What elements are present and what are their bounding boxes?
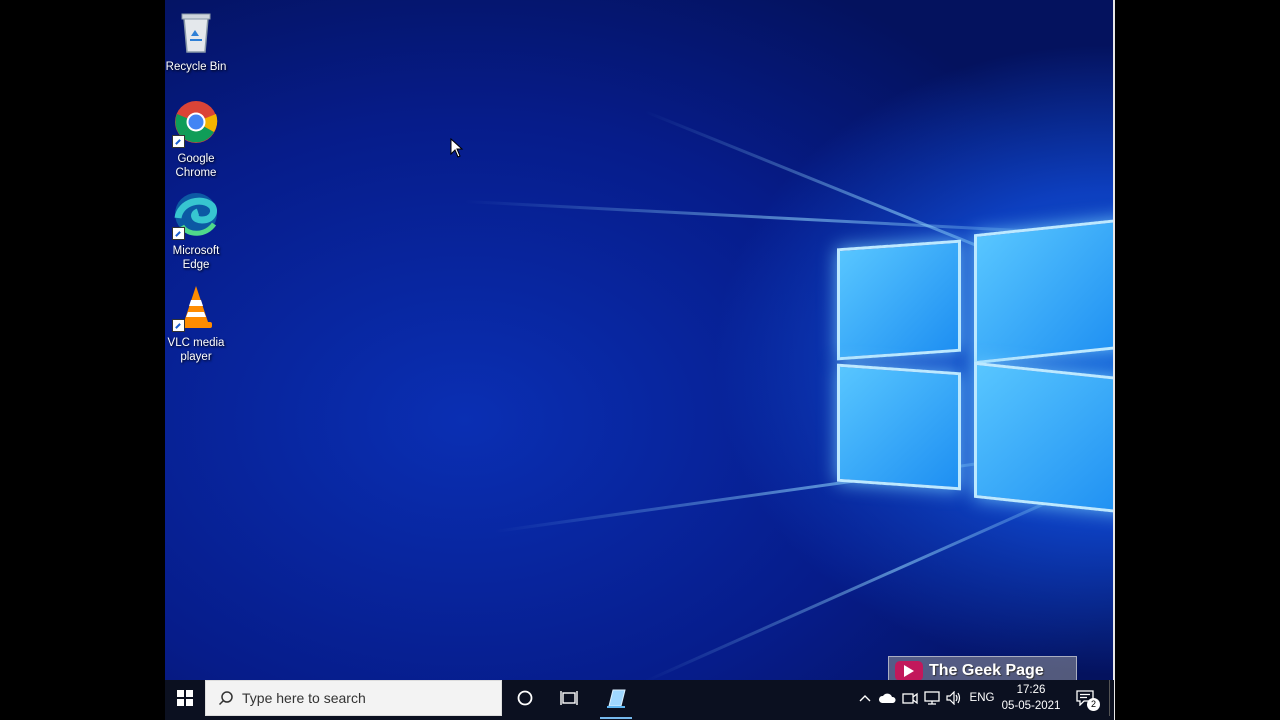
screen-border: [1113, 0, 1115, 720]
start-button[interactable]: [165, 680, 205, 716]
meet-now-button[interactable]: [899, 680, 921, 716]
clock-button[interactable]: 17:26 05-05-2021: [1000, 680, 1062, 716]
chevron-up-icon: [859, 695, 871, 702]
recycle-bin-label: Recycle Bin: [165, 61, 227, 73]
task-view-icon: [560, 691, 578, 705]
shortcut-arrow-icon: [172, 135, 185, 148]
desktop-icon-vlc[interactable]: VLC media player: [165, 284, 228, 364]
shortcut-arrow-icon: [172, 227, 185, 240]
cortana-button[interactable]: [502, 680, 548, 716]
desktop-icon-recycle-bin[interactable]: Recycle Bin: [165, 8, 228, 74]
taskbar: Type here to search ENG 17:26 05-05-2021…: [165, 680, 1114, 720]
network-button[interactable]: [921, 680, 943, 716]
mouse-cursor-icon: [450, 138, 464, 158]
active-app-indicator: [600, 717, 632, 719]
microsoft-edge-label: Microsoft Edge: [172, 245, 220, 271]
search-placeholder: Type here to search: [242, 690, 366, 706]
google-chrome-label: Google Chrome: [175, 153, 217, 179]
edge-icon: [172, 192, 220, 240]
vlc-label: VLC media player: [167, 337, 225, 363]
clock-date: 05-05-2021: [1001, 700, 1061, 712]
play-logo-icon: [895, 660, 923, 681]
desktop-background[interactable]: Recycle Bin Google Chrome Microsoft Edge…: [165, 0, 1114, 720]
task-view-button[interactable]: [548, 680, 590, 716]
chrome-icon: [172, 100, 220, 148]
show-hidden-icons-button[interactable]: [855, 680, 875, 716]
network-icon: [924, 691, 940, 705]
onedrive-button[interactable]: [876, 680, 898, 716]
taskbar-search-box[interactable]: Type here to search: [205, 680, 502, 716]
shortcut-arrow-icon: [172, 319, 185, 332]
windows-start-icon: [177, 690, 193, 706]
taskbar-pinned-app[interactable]: [592, 680, 640, 719]
recycle-bin-icon: [172, 8, 220, 56]
vlc-icon: [172, 284, 220, 332]
clock-time: 17:26: [1016, 684, 1046, 696]
action-center-button[interactable]: 2: [1070, 680, 1100, 716]
show-desktop-button[interactable]: [1109, 680, 1115, 716]
volume-button[interactable]: [943, 680, 965, 716]
language-label: ENG: [969, 692, 995, 704]
cloud-icon: [878, 693, 896, 703]
input-language-button[interactable]: ENG: [966, 680, 998, 716]
desktop-icon-google-chrome[interactable]: Google Chrome: [165, 100, 228, 180]
notification-badge: 2: [1087, 698, 1100, 711]
desktop-icon-microsoft-edge[interactable]: Microsoft Edge: [165, 192, 228, 272]
search-icon: [218, 691, 233, 706]
watermark-text: The Geek Page: [929, 661, 1044, 679]
volume-icon: [946, 691, 961, 705]
taskbar-app-icon: [607, 689, 626, 708]
meet-now-icon: [902, 692, 918, 705]
cortana-icon: [517, 690, 533, 706]
